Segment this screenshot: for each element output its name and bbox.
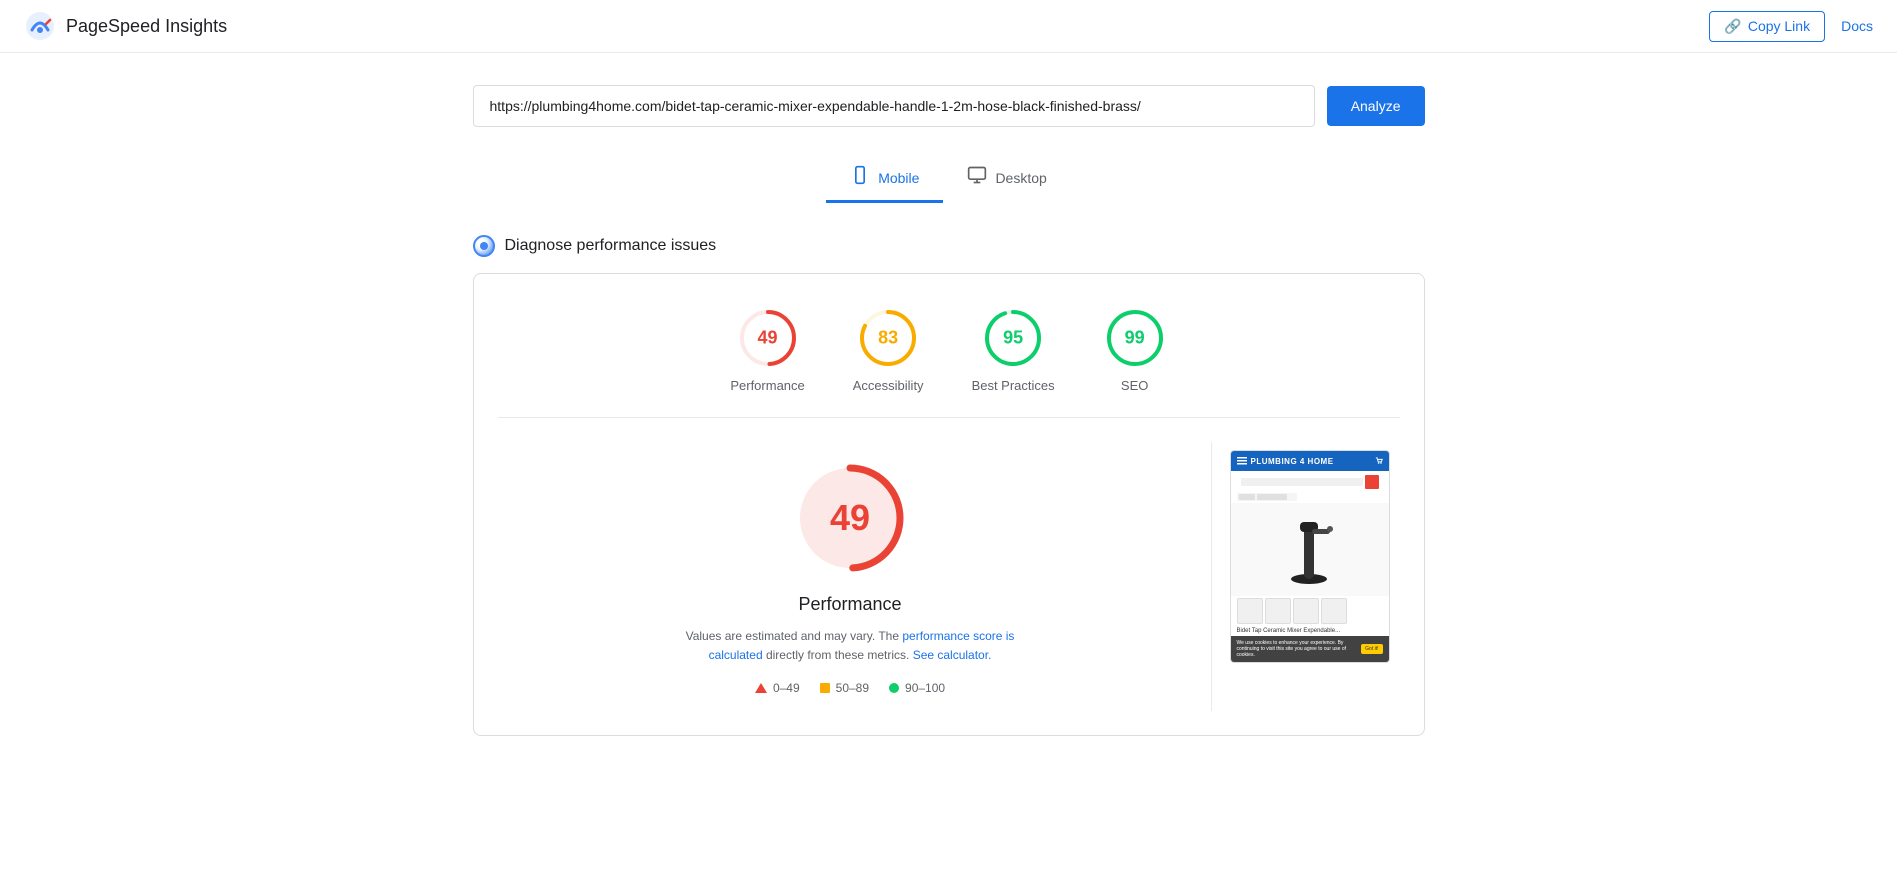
- detail-vertical-divider: [1211, 442, 1212, 711]
- preview-site-name: PLUMBING 4 HOME: [1251, 457, 1334, 466]
- best-practices-circle: 95: [981, 306, 1045, 370]
- preview-thumb-4: [1321, 598, 1347, 624]
- legend-item-good: 90–100: [889, 681, 945, 695]
- tab-mobile-label: Mobile: [878, 170, 919, 186]
- desktop-icon: [967, 165, 987, 190]
- preview-thumb-3: [1293, 598, 1319, 624]
- preview-product-title: Bidet Tap Ceramic Mixer Expendable...: [1237, 628, 1383, 634]
- url-input[interactable]: [473, 85, 1315, 127]
- preview-review-badge: [1237, 493, 1297, 501]
- preview-cookie-bar: We use cookies to enhance your experienc…: [1231, 636, 1389, 662]
- header-left: PageSpeed Insights: [24, 10, 227, 42]
- score-item-accessibility[interactable]: 83 Accessibility: [853, 306, 924, 393]
- preview-thumb-1: [1237, 598, 1263, 624]
- preview-search-input: [1241, 478, 1363, 486]
- poor-icon: [755, 683, 767, 693]
- seo-circle: 99: [1103, 306, 1167, 370]
- results-card: 49 Performance 83 Accessibility: [473, 273, 1425, 736]
- score-item-performance[interactable]: 49 Performance: [730, 306, 804, 393]
- preview-search-button: [1365, 475, 1379, 489]
- preview-cart-icon: [1375, 457, 1383, 465]
- preview-product-image: [1282, 507, 1337, 592]
- preview-menu-icon: [1237, 456, 1247, 466]
- big-performance-circle: 49: [790, 458, 910, 578]
- seo-score: 99: [1125, 328, 1145, 349]
- preview-thumb-2: [1265, 598, 1291, 624]
- performance-score: 49: [758, 328, 778, 349]
- detail-description: Values are estimated and may vary. The p…: [670, 627, 1030, 665]
- detail-left: 49 Performance Values are estimated and …: [498, 442, 1203, 711]
- legend-item-poor: 0–49: [755, 681, 800, 695]
- score-summary: 49 Performance 83 Accessibility: [474, 274, 1424, 417]
- legend-good-range: 90–100: [905, 681, 945, 695]
- app-title: PageSpeed Insights: [66, 16, 227, 37]
- copy-link-label: Copy Link: [1748, 18, 1810, 34]
- pagespeed-logo-icon: [24, 10, 56, 42]
- app-header: PageSpeed Insights 🔗 Copy Link Docs: [0, 0, 1897, 53]
- docs-link[interactable]: Docs: [1841, 18, 1873, 34]
- mobile-icon: [850, 165, 870, 190]
- copy-link-button[interactable]: 🔗 Copy Link: [1709, 11, 1825, 42]
- legend-poor-range: 0–49: [773, 681, 800, 695]
- preview-thumbnails: [1237, 598, 1383, 624]
- accessibility-label: Accessibility: [853, 378, 924, 393]
- tab-desktop-label: Desktop: [995, 170, 1046, 186]
- detail-section: 49 Performance Values are estimated and …: [474, 418, 1424, 735]
- score-legend: 0–49 50–89 90–100: [755, 681, 945, 695]
- big-performance-label: Performance: [798, 594, 901, 615]
- good-icon: [889, 683, 899, 693]
- legend-needs-improvement-range: 50–89: [836, 681, 869, 695]
- performance-label: Performance: [730, 378, 804, 393]
- performance-circle: 49: [736, 306, 800, 370]
- desc-static: Values are estimated and may vary. The: [686, 629, 899, 643]
- preview-search-bar: [1237, 475, 1383, 489]
- score-item-best-practices[interactable]: 95 Best Practices: [972, 306, 1055, 393]
- section-header-dot-icon: [473, 235, 495, 257]
- tab-desktop[interactable]: Desktop: [943, 155, 1070, 203]
- seo-label: SEO: [1121, 378, 1148, 393]
- calculator-link[interactable]: See calculator.: [913, 648, 992, 662]
- main-content: Analyze Mobile Desktop: [449, 53, 1449, 768]
- section-title: Diagnose performance issues: [505, 237, 717, 255]
- analyze-button[interactable]: Analyze: [1327, 86, 1425, 126]
- accessibility-score: 83: [878, 328, 898, 349]
- site-preview: PLUMBING 4 HOME: [1230, 450, 1390, 663]
- preview-cookie-button: Got it!: [1361, 644, 1382, 654]
- legend-item-needs-improvement: 50–89: [820, 681, 869, 695]
- url-bar-wrapper: Analyze: [473, 85, 1425, 127]
- preview-product-area: [1231, 503, 1389, 596]
- section-header: Diagnose performance issues: [473, 235, 1425, 257]
- tab-mobile[interactable]: Mobile: [826, 155, 943, 203]
- best-practices-score: 95: [1003, 328, 1023, 349]
- big-performance-score: 49: [830, 497, 870, 539]
- header-right: 🔗 Copy Link Docs: [1709, 11, 1873, 42]
- best-practices-label: Best Practices: [972, 378, 1055, 393]
- detail-right: PLUMBING 4 HOME: [1220, 442, 1400, 711]
- mode-tabs: Mobile Desktop: [473, 155, 1425, 203]
- needs-improvement-icon: [820, 683, 830, 693]
- preview-cookie-text: We use cookies to enhance your experienc…: [1237, 640, 1358, 658]
- preview-topbar: PLUMBING 4 HOME: [1231, 451, 1389, 471]
- accessibility-circle: 83: [856, 306, 920, 370]
- score-item-seo[interactable]: 99 SEO: [1103, 306, 1167, 393]
- link-icon: 🔗: [1724, 18, 1741, 35]
- desc-static2: directly from these metrics.: [766, 648, 909, 662]
